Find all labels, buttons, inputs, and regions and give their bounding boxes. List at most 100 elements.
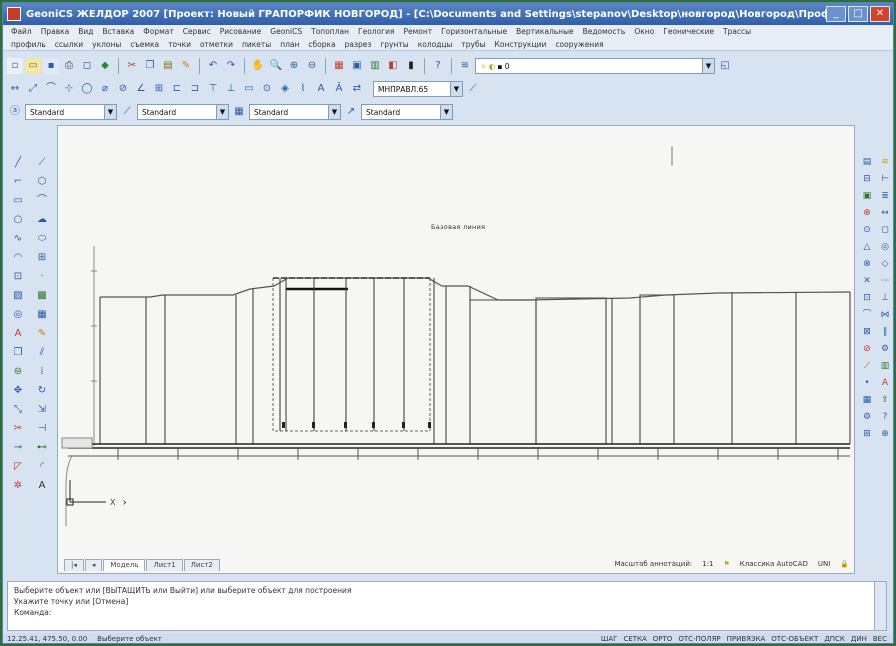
snap-settings-icon[interactable]: ⚙ (877, 342, 893, 357)
publish-icon[interactable]: ◆ (97, 58, 113, 74)
status-mode-button[interactable]: ОТС-ОБЪЕКТ (771, 635, 818, 643)
snap-quadrant-icon[interactable]: ◇ (877, 257, 893, 272)
menu-item[interactable]: разрез (345, 40, 372, 49)
calculator-icon[interactable]: ▮ (403, 58, 419, 74)
mirror-icon[interactable]: ⫽ (33, 345, 51, 361)
arc-length-icon[interactable]: ⌒ (43, 81, 59, 97)
menu-item[interactable]: Рисование (220, 27, 262, 36)
table-style-icon[interactable]: ▦ (231, 104, 247, 120)
center-mark-icon[interactable]: ⊙ (259, 81, 275, 97)
match-properties-icon[interactable]: ✎ (178, 58, 194, 74)
circle-icon[interactable]: ○ (9, 212, 27, 228)
rectangle-icon[interactable]: ▭ (9, 193, 27, 209)
snap-perpendicular-icon[interactable]: ⊥ (877, 291, 893, 306)
command-scrollbar[interactable] (874, 582, 886, 630)
style-combo-1[interactable]: Standard ▼ (25, 104, 117, 120)
ellipse-icon[interactable]: ⬭ (33, 231, 51, 247)
menu-item[interactable]: грунты (380, 40, 408, 49)
snap-tangent-icon[interactable]: ⌒ (859, 308, 875, 323)
layer-tool-icon[interactable]: ≋ (877, 155, 893, 170)
layer-combo[interactable]: ☼ ◐ ▪ 0 ▼ (475, 58, 715, 74)
geonics-export-icon[interactable]: ⇪ (877, 393, 893, 408)
revcloud-icon[interactable]: ☁ (33, 212, 51, 228)
layer-previous-icon[interactable]: ◱ (717, 58, 733, 74)
copy-icon[interactable]: ❐ (142, 58, 158, 74)
insert-block-icon[interactable]: ⊞ (33, 250, 51, 266)
menu-item[interactable]: отметки (200, 40, 233, 49)
snap-nearest-icon[interactable]: ⋈ (877, 308, 893, 323)
chevron-down-icon[interactable]: ▼ (440, 105, 452, 119)
geonics-zoom-icon[interactable]: ⊕ (877, 427, 893, 442)
region-icon[interactable]: ◎ (9, 307, 27, 323)
command-line[interactable]: Выберите объект или [ВЫТАЩИТЬ или Выйти]… (7, 581, 887, 631)
quick-select-icon[interactable]: ⊟ (859, 172, 875, 187)
menu-item[interactable]: Ведомость (583, 27, 626, 36)
menu-item[interactable]: Файл (11, 27, 32, 36)
zoom-previous-icon[interactable]: ⊖ (304, 58, 320, 74)
rotate-icon[interactable]: ↻ (33, 383, 51, 399)
trim-icon[interactable]: ✂ (9, 421, 27, 437)
move-icon[interactable]: ✥ (9, 383, 27, 399)
object-snap-icon[interactable]: ⊙ (859, 223, 875, 238)
construction-line-icon[interactable]: ⟋ (33, 155, 51, 171)
help-icon[interactable]: ? (430, 58, 446, 74)
menu-item[interactable]: Топоплан (311, 27, 349, 36)
status-mode-button[interactable]: ПРИВЯЗКА (727, 635, 766, 643)
paste-icon[interactable]: ▤ (160, 58, 176, 74)
menu-item[interactable]: Геология (358, 27, 395, 36)
menu-item[interactable]: Вертикальные (516, 27, 574, 36)
array-icon[interactable]: ⁞ (33, 364, 51, 380)
style-combo-2[interactable]: Standard ▼ (137, 104, 229, 120)
chevron-down-icon[interactable]: ▼ (450, 82, 462, 96)
geonics-grid-icon[interactable]: ⊞ (859, 427, 875, 442)
geonics-label-icon[interactable]: A (877, 376, 893, 391)
chevron-down-icon[interactable]: ▼ (216, 105, 228, 119)
geonics-point-icon[interactable]: • (859, 376, 875, 391)
layer-manager-icon[interactable]: ≋ (457, 58, 473, 74)
status-mode-button[interactable]: ДИН (851, 635, 867, 643)
annotation-icon[interactable]: ⚑ (724, 560, 730, 568)
text-style-icon[interactable]: ⓐ (7, 104, 23, 120)
menu-item[interactable]: сооружения (555, 40, 603, 49)
menu-item[interactable]: план (280, 40, 299, 49)
jogged-linear-icon[interactable]: ⌇ (295, 81, 311, 97)
mtext-icon[interactable]: A (9, 326, 27, 342)
status-mode-button[interactable]: ВЕС (873, 635, 887, 643)
geonics-help-icon[interactable]: ? (877, 410, 893, 425)
menu-item[interactable]: колодцы (418, 40, 453, 49)
scale-value[interactable]: 1:1 (702, 560, 713, 568)
dim-edit-icon[interactable]: A (313, 81, 329, 97)
dim-break-icon[interactable]: ⊥ (223, 81, 239, 97)
menu-item[interactable]: съемка (130, 40, 159, 49)
geonics-profile-icon[interactable]: ⟋ (859, 359, 875, 374)
menu-item[interactable]: Геонические (663, 27, 714, 36)
diameter-icon[interactable]: ⊘ (115, 81, 131, 97)
menu-item[interactable]: Сервис (183, 27, 211, 36)
menu-item[interactable]: профиль (11, 40, 46, 49)
menu-item[interactable]: точки (168, 40, 191, 49)
copy-obj-icon[interactable]: ❐ (9, 345, 27, 361)
lock-icon[interactable]: 🔒 (840, 560, 849, 568)
sheet-set-icon[interactable]: ◧ (385, 58, 401, 74)
menu-item[interactable]: Конструкции (495, 40, 547, 49)
make-block-icon[interactable]: ⊡ (9, 269, 27, 285)
snap-extension-icon[interactable]: ⋯ (877, 274, 893, 289)
dim-space-icon[interactable]: ⊤ (205, 81, 221, 97)
inspection-icon[interactable]: ◈ (277, 81, 293, 97)
save-icon[interactable]: ▪ (43, 58, 59, 74)
geonics-plan-icon[interactable]: ▥ (877, 359, 893, 374)
dim-update-icon[interactable]: ⇄ (349, 81, 365, 97)
area-icon[interactable]: ▣ (859, 189, 875, 204)
tool-palettes-icon[interactable]: ▥ (367, 58, 383, 74)
geonics-settings-icon[interactable]: ⚙ (859, 410, 875, 425)
menu-item[interactable]: Правка (41, 27, 70, 36)
snap-center-icon[interactable]: ◎ (877, 240, 893, 255)
offset-icon[interactable]: ⊜ (9, 364, 27, 380)
baseline-icon[interactable]: ⊏ (169, 81, 185, 97)
dim-style-icon[interactable]: ⟋ (465, 81, 481, 97)
text-style-combo[interactable]: МНПРАВЛ.65 ▼ (373, 81, 463, 97)
arc-icon[interactable]: ⌒ (33, 193, 51, 209)
stretch-icon[interactable]: ⇲ (33, 402, 51, 418)
erase-icon[interactable]: ✎ (33, 326, 51, 342)
snap-insertion-icon[interactable]: ⊡ (859, 291, 875, 306)
